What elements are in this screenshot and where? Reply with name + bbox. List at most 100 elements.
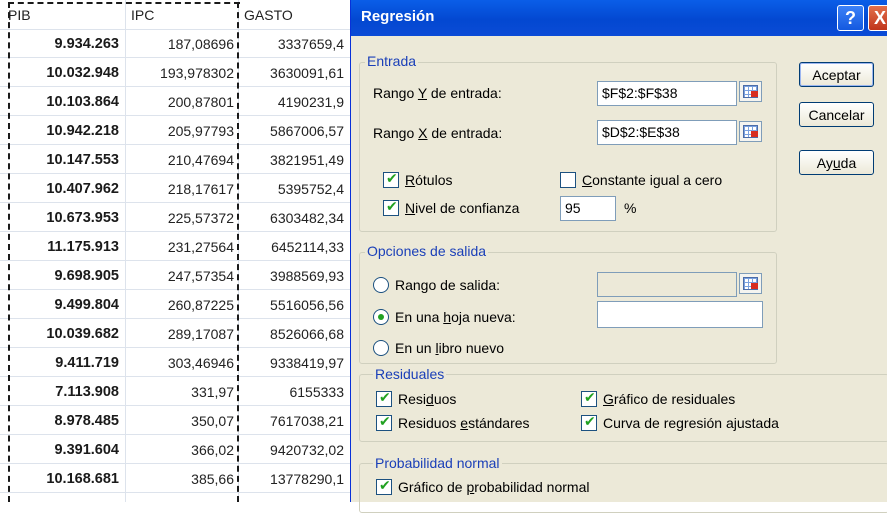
close-icon[interactable]: X bbox=[868, 5, 887, 31]
table-row: 11.175.913 231,27564 6452114,33 bbox=[0, 233, 370, 261]
header-gasto[interactable]: GASTO bbox=[238, 0, 346, 29]
cell-pib[interactable]: 9.411.719 bbox=[0, 349, 125, 376]
residuos-checkbox[interactable]: ✔ bbox=[376, 389, 392, 407]
help-icon[interactable]: ? bbox=[837, 5, 864, 31]
cell-pib[interactable]: 10.039.682 bbox=[0, 320, 125, 347]
cell-pib[interactable]: 9.499.804 bbox=[0, 291, 125, 318]
range-picker-icon[interactable] bbox=[739, 81, 762, 102]
title-bar[interactable]: Regresión ? X bbox=[351, 0, 887, 36]
range-picker-icon[interactable] bbox=[739, 273, 762, 294]
cell-pib[interactable]: 9.934.263 bbox=[0, 30, 125, 57]
cell-pib[interactable]: 9.698.905 bbox=[0, 262, 125, 289]
cell-ipc[interactable]: 225,57372 bbox=[125, 204, 238, 231]
cell-ipc[interactable]: 231,27564 bbox=[125, 233, 238, 260]
nivel-confianza-label: Nivel de confianza bbox=[405, 200, 520, 216]
cancelar-button[interactable]: Cancelar bbox=[799, 102, 874, 127]
copy-marquee-top bbox=[8, 2, 240, 4]
cell-pib[interactable]: 9.391.604 bbox=[0, 436, 125, 463]
cell-pib[interactable]: 10.032.948 bbox=[0, 59, 125, 86]
libro-nuevo-label: En un libro nuevo bbox=[395, 340, 504, 356]
rango-salida-radio[interactable] bbox=[373, 277, 389, 293]
cell-ipc[interactable]: 205,97793 bbox=[125, 117, 238, 144]
table-row: 7.113.908 331,97 6155333 bbox=[0, 378, 370, 406]
cell-ipc[interactable]: 366,02 bbox=[125, 436, 238, 463]
cell-gasto[interactable]: 6303482,34 bbox=[238, 204, 346, 231]
cell-ipc[interactable]: 187,08696 bbox=[125, 30, 238, 57]
check-icon: ✔ bbox=[379, 413, 391, 429]
table-row: 10.032.948 193,978302 3630091,61 bbox=[0, 59, 370, 87]
grafico-probabilidad-checkbox[interactable]: ✔ bbox=[376, 477, 392, 495]
spreadsheet: PIB IPC GASTO 9.934.263 187,08696 3337659,… bbox=[0, 0, 370, 502]
cell-gasto[interactable]: 7617038,21 bbox=[238, 407, 346, 434]
cell-gasto[interactable]: 5516056,56 bbox=[238, 291, 346, 318]
cell-pib[interactable]: 10.673.953 bbox=[0, 204, 125, 231]
cell-gasto[interactable]: 4190231,9 bbox=[238, 88, 346, 115]
range-picker-icon[interactable] bbox=[739, 121, 762, 142]
cell-gasto[interactable]: 9338419,97 bbox=[238, 349, 346, 376]
cell-ipc[interactable]: 218,17617 bbox=[125, 175, 238, 202]
cell-gasto[interactable]: 9420732,02 bbox=[238, 436, 346, 463]
table-row: 9.499.804 260,87225 5516056,56 bbox=[0, 291, 370, 319]
check-icon: ✔ bbox=[584, 389, 596, 405]
cell-pib[interactable]: 10.168.681 bbox=[0, 465, 125, 492]
curva-regresion-checkbox[interactable]: ✔ bbox=[581, 413, 597, 431]
grafico-residuales-checkbox[interactable]: ✔ bbox=[581, 389, 597, 407]
check-icon: ✔ bbox=[584, 413, 596, 429]
percent-label: % bbox=[624, 200, 637, 216]
cell-ipc[interactable]: 303,46946 bbox=[125, 349, 238, 376]
aceptar-button[interactable]: Aceptar bbox=[799, 62, 874, 87]
cell-pib[interactable]: 8.978.485 bbox=[0, 407, 125, 434]
nivel-confianza-checkbox[interactable]: ✔ bbox=[383, 198, 399, 216]
cell-ipc[interactable]: 210,47694 bbox=[125, 146, 238, 173]
copy-marquee-left bbox=[8, 2, 10, 502]
cell-ipc[interactable]: 247,57354 bbox=[125, 262, 238, 289]
rango-x-input[interactable]: $D$2:$E$38 bbox=[597, 120, 737, 145]
cell-gasto[interactable]: 5867006,57 bbox=[238, 117, 346, 144]
cell-pib[interactable]: 10.103.864 bbox=[0, 88, 125, 115]
cell-ipc[interactable]: 350,07 bbox=[125, 407, 238, 434]
cell-pib[interactable]: 10.147.553 bbox=[0, 146, 125, 173]
cell-ipc[interactable]: 260,87225 bbox=[125, 291, 238, 318]
residuos-estandares-label: Residuos estándares bbox=[398, 415, 530, 431]
cell-gasto[interactable]: 3821951,49 bbox=[238, 146, 346, 173]
cell-pib[interactable]: 11.175.913 bbox=[0, 233, 125, 260]
cell-ipc[interactable]: 289,17087 bbox=[125, 320, 238, 347]
cell-gasto[interactable]: 6155333 bbox=[238, 378, 346, 405]
residuos-estandares-checkbox[interactable]: ✔ bbox=[376, 413, 392, 431]
cell-pib[interactable]: 10.942.218 bbox=[0, 117, 125, 144]
residuos-label: Residuos bbox=[398, 391, 457, 407]
rotulos-checkbox[interactable]: ✔ bbox=[383, 170, 399, 188]
cell-ipc[interactable]: 331,97 bbox=[125, 378, 238, 405]
cell-gasto[interactable]: 3630091,61 bbox=[238, 59, 346, 86]
copy-marquee-right bbox=[237, 2, 239, 502]
table-row: 10.673.953 225,57372 6303482,34 bbox=[0, 204, 370, 232]
cell-gasto[interactable]: 6452114,33 bbox=[238, 233, 346, 260]
header-ipc[interactable]: IPC bbox=[125, 0, 238, 29]
nivel-confianza-input[interactable]: 95 bbox=[560, 196, 616, 221]
libro-nuevo-radio[interactable] bbox=[373, 340, 389, 356]
hoja-nueva-label: En una hoja nueva: bbox=[395, 309, 516, 325]
rango-salida-label: Rango de salida: bbox=[395, 277, 501, 293]
cell-ipc[interactable]: 200,87801 bbox=[125, 88, 238, 115]
cell-pib[interactable]: 10.407.962 bbox=[0, 175, 125, 202]
cell-gasto[interactable]: 13778290,1 bbox=[238, 465, 346, 492]
table-row: 10.039.682 289,17087 8526066,68 bbox=[0, 320, 370, 348]
header-pib[interactable]: PIB bbox=[0, 0, 125, 29]
cell-ipc[interactable]: 385,66 bbox=[125, 465, 238, 492]
cell-pib[interactable]: 7.113.908 bbox=[0, 378, 125, 405]
rango-x-label: Rango X de entrada: bbox=[373, 125, 503, 141]
cell-gasto[interactable]: 3988569,93 bbox=[238, 262, 346, 289]
rango-salida-input[interactable] bbox=[597, 272, 737, 297]
cell-ipc[interactable]: 193,978302 bbox=[125, 59, 238, 86]
dialog-title: Regresión bbox=[361, 8, 435, 25]
hoja-nueva-input[interactable] bbox=[597, 301, 763, 328]
ayuda-button[interactable]: Ay u da bbox=[799, 150, 874, 175]
hoja-nueva-radio[interactable] bbox=[373, 309, 389, 325]
rango-y-input[interactable]: $F$2:$F$38 bbox=[597, 81, 737, 106]
cell-gasto[interactable]: 8526066,68 bbox=[238, 320, 346, 347]
constante-checkbox[interactable] bbox=[560, 172, 576, 188]
cell-gasto[interactable]: 5395752,4 bbox=[238, 175, 346, 202]
check-icon: ✔ bbox=[379, 477, 391, 493]
cell-gasto[interactable]: 3337659,4 bbox=[238, 30, 346, 57]
table-row: 9.411.719 303,46946 9338419,97 bbox=[0, 349, 370, 377]
